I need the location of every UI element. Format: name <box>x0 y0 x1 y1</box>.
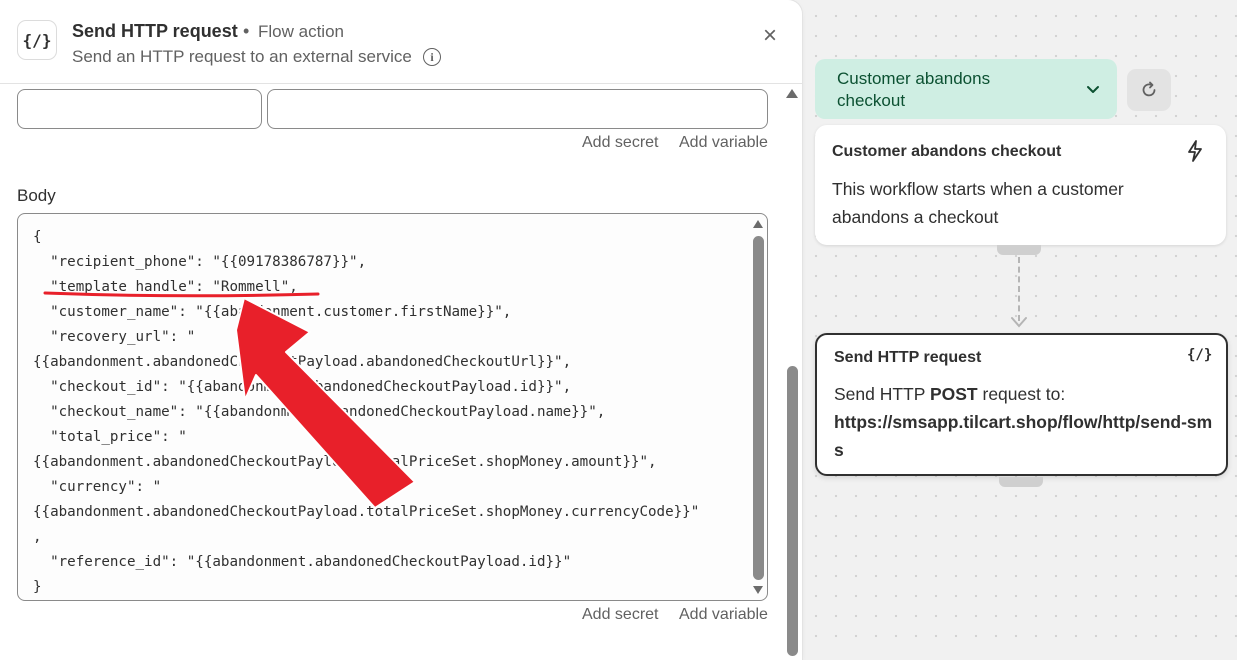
trigger-select[interactable]: Customer abandons checkout <box>815 59 1117 119</box>
trigger-card[interactable]: Customer abandons checkout This workflow… <box>815 125 1226 245</box>
editor-scroll-up-arrow[interactable] <box>753 220 763 228</box>
trigger-card-title: Customer abandons checkout <box>832 143 1062 160</box>
action-type-label: Flow action <box>258 22 344 41</box>
connector-arrow-icon <box>1011 317 1027 328</box>
close-icon[interactable]: × <box>758 24 782 48</box>
panel-header: {/} Send HTTP request • Flow action Send… <box>0 0 802 84</box>
panel-scrollbar-thumb[interactable] <box>787 366 798 656</box>
editor-scroll-down-arrow[interactable] <box>753 586 763 594</box>
body-label: Body <box>17 186 56 205</box>
action-card-title: Send HTTP request <box>834 349 982 366</box>
trigger-output-handle[interactable] <box>997 245 1041 255</box>
action-text-prefix: Send HTTP <box>834 384 930 404</box>
lightning-bolt-icon <box>1188 140 1202 162</box>
header-value-input[interactable] <box>267 89 768 129</box>
code-braces-icon: {/} <box>17 20 57 60</box>
body-editor[interactable]: { "recipient_phone": "{{09178386787}}", … <box>17 213 768 601</box>
add-variable-link[interactable]: Add variable <box>679 134 768 152</box>
header-key-input[interactable] <box>17 89 262 129</box>
info-icon[interactable]: i <box>423 48 441 66</box>
refresh-icon <box>1142 81 1156 97</box>
add-secret-link[interactable]: Add secret <box>582 134 658 152</box>
add-variable-link-bottom[interactable]: Add variable <box>679 606 768 624</box>
action-method: POST <box>929 384 978 404</box>
action-config-panel: {/} Send HTTP request • Flow action Send… <box>0 0 802 660</box>
code-braces-icon-small: {/} <box>1187 347 1213 363</box>
trigger-select-label: Customer abandons checkout <box>837 69 991 110</box>
chevron-down-icon <box>1087 86 1099 93</box>
panel-title: Send HTTP request <box>72 21 238 41</box>
action-card-description: Send HTTP POST request to: <box>834 380 1214 408</box>
editor-scrollbar-thumb[interactable] <box>753 236 764 580</box>
connector-line <box>1018 257 1020 321</box>
refresh-button[interactable] <box>1127 69 1171 111</box>
action-card[interactable]: Send HTTP request {/} Send HTTP POST req… <box>815 333 1228 476</box>
action-card-url: https://smsapp.tilcart.shop/flow/http/se… <box>834 412 1213 460</box>
action-output-handle[interactable] <box>999 477 1043 487</box>
trigger-card-description: This workflow starts when a customer aba… <box>832 179 1124 227</box>
add-secret-link-bottom[interactable]: Add secret <box>582 606 658 624</box>
body-code-text[interactable]: { "recipient_phone": "{{09178386787}}", … <box>33 225 699 600</box>
action-text-suffix: request to: <box>977 384 1066 404</box>
panel-subtitle: Send an HTTP request to an external serv… <box>72 47 412 66</box>
panel-scroll-up-arrow[interactable] <box>786 89 798 98</box>
title-separator: • <box>243 21 250 41</box>
